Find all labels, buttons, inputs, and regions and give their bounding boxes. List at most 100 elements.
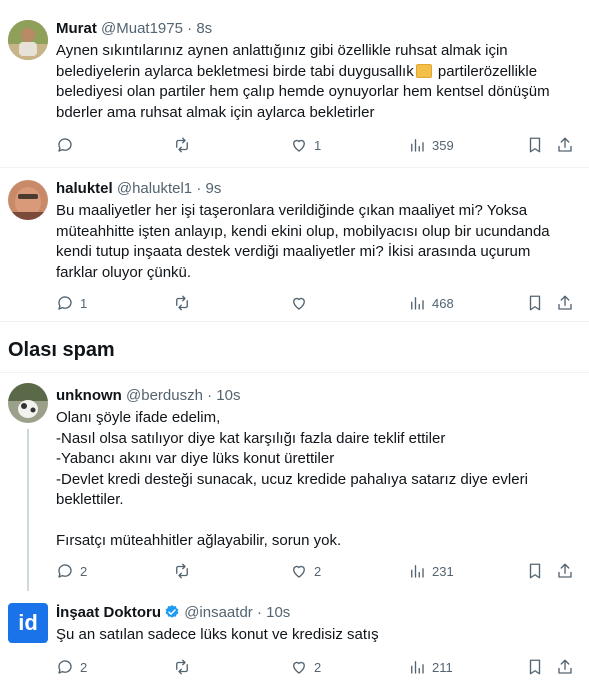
reply-icon	[58, 564, 72, 578]
like-count: 2	[314, 563, 322, 579]
text-line: Aynen sıkıntılarınız aynen anlattığınız …	[56, 42, 508, 59]
bookmark-button[interactable]	[526, 560, 544, 582]
like-button[interactable]	[290, 292, 314, 314]
text-line: müteahhitte işten anlayıp, kendi ekini o…	[56, 222, 550, 240]
display-name[interactable]: İnşaat Doktoru	[56, 604, 161, 621]
text-line: belediyelerin aylarca bekletmesi birde t…	[56, 62, 576, 83]
like-icon	[293, 297, 305, 310]
share-button[interactable]	[556, 134, 574, 156]
text-line: -Yabancı akını var diye lüks konut ürett…	[56, 450, 335, 467]
tweet-actions: 2 2 231	[56, 560, 581, 582]
views-icon	[411, 297, 424, 310]
text-line: bderler ama ruhsat almak için aylarca be…	[56, 103, 375, 121]
share-icon	[558, 563, 572, 578]
text-line: kendi tutup inşaata destek verdiği maali…	[56, 243, 531, 260]
money-emoji-icon	[415, 63, 432, 78]
reply-button[interactable]: 2	[56, 656, 87, 678]
share-icon	[558, 137, 572, 152]
bookmark-icon	[529, 137, 541, 153]
user-handle[interactable]: @haluktel1	[117, 180, 192, 197]
views-button[interactable]: 359	[408, 134, 454, 156]
share-icon	[558, 659, 572, 674]
like-icon	[293, 661, 305, 674]
user-handle[interactable]: @insaatdr	[184, 604, 253, 621]
avatar[interactable]	[8, 180, 48, 220]
repost-icon	[176, 295, 188, 311]
text-line: Olanı şöyle ifade edelim,	[56, 409, 221, 426]
avatar[interactable]	[8, 383, 48, 423]
like-count: 2	[314, 659, 322, 675]
repost-button[interactable]	[173, 134, 197, 156]
reply-button[interactable]	[56, 134, 80, 156]
avatar[interactable]	[8, 20, 48, 60]
share-button[interactable]	[556, 656, 574, 678]
bookmark-button[interactable]	[526, 292, 544, 314]
repost-button[interactable]	[173, 656, 197, 678]
tweet-actions: 1 359	[56, 134, 581, 156]
tweet-unknown[interactable]: unknown @berduszh · 10s Olanı şöyle ifad…	[0, 373, 589, 591]
timestamp[interactable]: 8s	[196, 20, 212, 37]
views-button[interactable]: 468	[408, 292, 454, 314]
reply-icon	[58, 138, 72, 152]
share-icon	[558, 295, 572, 310]
text-line: farklar oluyor çünkü.	[56, 263, 192, 281]
views-count: 468	[432, 295, 454, 311]
views-count: 231	[432, 563, 454, 579]
share-button[interactable]	[556, 292, 574, 314]
like-count: 1	[314, 137, 322, 153]
bookmark-icon	[529, 659, 541, 675]
separator-dot: ·	[196, 180, 202, 197]
display-name[interactable]: haluktel	[56, 180, 113, 197]
views-icon	[411, 661, 424, 674]
text-segment: partilerözellikle	[437, 62, 538, 80]
tweet-murat[interactable]: Murat @Muat1975 · 8s Aynen sıkıntılarını…	[0, 0, 589, 168]
views-icon	[411, 139, 424, 152]
display-name[interactable]: unknown	[56, 387, 122, 404]
text-line: Şu an satılan sadece lüks konut ve kredi…	[56, 626, 379, 643]
reply-button[interactable]: 2	[56, 560, 87, 582]
tweet-text: Şu an satılan sadece lüks konut ve kredi…	[56, 625, 576, 646]
like-icon	[293, 565, 305, 578]
tweet-haluktel[interactable]: haluktel @haluktel1 · 9s Bu maaliyetler …	[0, 168, 589, 322]
bookmark-icon	[529, 563, 541, 579]
user-handle[interactable]: @berduszh	[126, 387, 203, 404]
user-handle[interactable]: @Muat1975	[101, 20, 183, 37]
reply-count: 2	[80, 659, 88, 675]
avatar[interactable]: id	[8, 603, 48, 643]
repost-icon	[176, 659, 188, 675]
text-line: beklettiler.	[56, 491, 124, 508]
separator-dot: ·	[256, 604, 262, 621]
views-count: 211	[432, 659, 453, 675]
reply-count: 1	[80, 295, 88, 311]
views-icon	[411, 565, 424, 578]
tweet-text: Olanı şöyle ifade edelim, -Nasıl olsa sa…	[56, 408, 576, 552]
bookmark-button[interactable]	[526, 134, 544, 156]
tweet-insaat-doktoru[interactable]: id İnşaat Doktoru @insaatdr · 10s Şu an …	[0, 591, 589, 686]
reply-button[interactable]: 1	[56, 292, 87, 314]
divider	[0, 321, 589, 322]
views-button[interactable]: 211	[408, 656, 453, 678]
like-button[interactable]: 2	[290, 560, 321, 582]
tweet-text: Bu maaliyetler her işi taşeronlara veril…	[56, 201, 576, 283]
section-title: Olası spam	[8, 339, 115, 361]
tweet-text: Aynen sıkıntılarınız aynen anlattığınız …	[56, 41, 576, 123]
repost-button[interactable]	[173, 560, 197, 582]
views-count: 359	[432, 137, 454, 153]
views-button[interactable]: 231	[408, 560, 454, 582]
like-icon	[293, 139, 305, 152]
repost-icon	[176, 137, 188, 153]
like-button[interactable]: 1	[290, 134, 321, 156]
timestamp[interactable]: 9s	[205, 180, 221, 197]
bookmark-icon	[529, 295, 541, 311]
share-button[interactable]	[556, 560, 574, 582]
display-name[interactable]: Murat	[56, 20, 97, 37]
thread-line	[27, 429, 29, 591]
timestamp[interactable]: 10s	[266, 604, 290, 621]
repost-icon	[176, 563, 188, 579]
timestamp[interactable]: 10s	[216, 387, 240, 404]
bookmark-button[interactable]	[526, 656, 544, 678]
repost-button[interactable]	[173, 292, 197, 314]
tweet-actions: 2 2 211	[56, 656, 581, 678]
like-button[interactable]: 2	[290, 656, 321, 678]
text-line: -Devlet kredi desteği sunacak, ucuz kred…	[56, 470, 528, 488]
